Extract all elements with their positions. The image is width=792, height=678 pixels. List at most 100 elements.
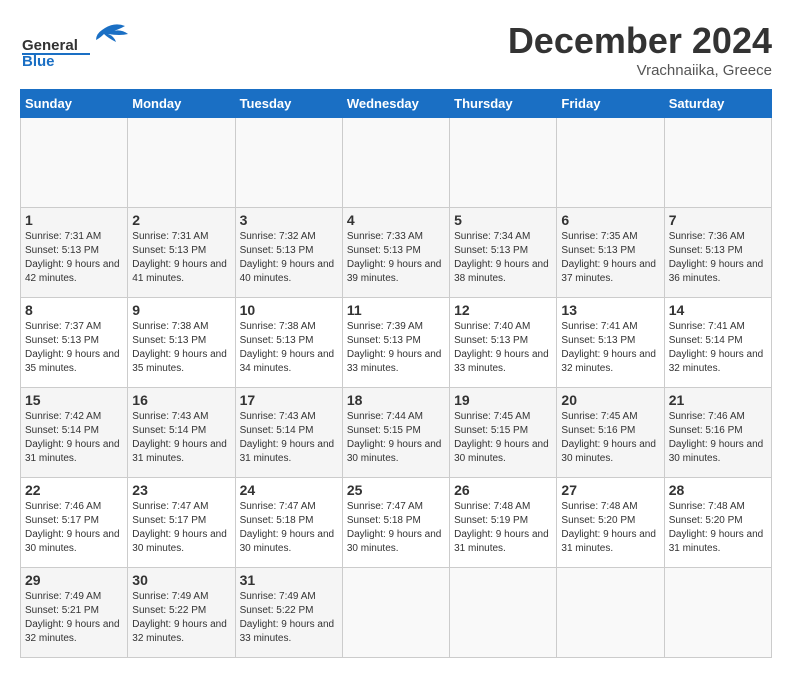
day-number: 18 [347,392,445,408]
calendar-cell: 25 Sunrise: 7:47 AM Sunset: 5:18 PM Dayl… [342,478,449,568]
calendar-cell: 10 Sunrise: 7:38 AM Sunset: 5:13 PM Dayl… [235,298,342,388]
week-row-1: 1 Sunrise: 7:31 AM Sunset: 5:13 PM Dayli… [21,208,772,298]
day-info: Sunrise: 7:49 AM Sunset: 5:22 PM Dayligh… [240,590,338,646]
calendar-cell: 28 Sunrise: 7:48 AM Sunset: 5:20 PM Dayl… [664,478,771,568]
calendar-cell: 18 Sunrise: 7:44 AM Sunset: 5:15 PM Dayl… [342,388,449,478]
day-info: Sunrise: 7:35 AM Sunset: 5:13 PM Dayligh… [561,230,659,286]
day-number: 8 [25,302,123,318]
logo-svg: General Blue [20,20,130,70]
day-number: 7 [669,212,767,228]
day-number: 12 [454,302,552,318]
week-row-3: 15 Sunrise: 7:42 AM Sunset: 5:14 PM Dayl… [21,388,772,478]
page-header: General Blue December 2024 Vrachnaiika, … [20,20,772,79]
day-number: 13 [561,302,659,318]
day-number: 20 [561,392,659,408]
day-info: Sunrise: 7:42 AM Sunset: 5:14 PM Dayligh… [25,410,123,466]
day-info: Sunrise: 7:47 AM Sunset: 5:18 PM Dayligh… [240,500,338,556]
day-number: 23 [132,482,230,498]
day-number: 2 [132,212,230,228]
calendar-cell: 31 Sunrise: 7:49 AM Sunset: 5:22 PM Dayl… [235,568,342,658]
calendar-cell: 11 Sunrise: 7:39 AM Sunset: 5:13 PM Dayl… [342,298,449,388]
day-info: Sunrise: 7:33 AM Sunset: 5:13 PM Dayligh… [347,230,445,286]
logo: General Blue [20,20,130,70]
svg-text:Blue: Blue [22,53,55,70]
day-number: 28 [669,482,767,498]
day-info: Sunrise: 7:43 AM Sunset: 5:14 PM Dayligh… [132,410,230,466]
calendar-cell [450,118,557,208]
day-info: Sunrise: 7:45 AM Sunset: 5:16 PM Dayligh… [561,410,659,466]
calendar-cell [664,568,771,658]
calendar-cell: 5 Sunrise: 7:34 AM Sunset: 5:13 PM Dayli… [450,208,557,298]
day-info: Sunrise: 7:41 AM Sunset: 5:13 PM Dayligh… [561,320,659,376]
calendar-table: SundayMondayTuesdayWednesdayThursdayFrid… [20,89,772,658]
day-number: 27 [561,482,659,498]
calendar-cell: 7 Sunrise: 7:36 AM Sunset: 5:13 PM Dayli… [664,208,771,298]
calendar-cell [342,118,449,208]
day-info: Sunrise: 7:48 AM Sunset: 5:19 PM Dayligh… [454,500,552,556]
day-header-saturday: Saturday [664,90,771,118]
day-number: 14 [669,302,767,318]
calendar-cell: 27 Sunrise: 7:48 AM Sunset: 5:20 PM Dayl… [557,478,664,568]
day-header-wednesday: Wednesday [342,90,449,118]
calendar-cell [342,568,449,658]
day-number: 24 [240,482,338,498]
day-info: Sunrise: 7:34 AM Sunset: 5:13 PM Dayligh… [454,230,552,286]
day-header-sunday: Sunday [21,90,128,118]
calendar-cell [128,118,235,208]
day-header-friday: Friday [557,90,664,118]
day-number: 6 [561,212,659,228]
calendar-cell: 16 Sunrise: 7:43 AM Sunset: 5:14 PM Dayl… [128,388,235,478]
day-info: Sunrise: 7:37 AM Sunset: 5:13 PM Dayligh… [25,320,123,376]
day-number: 21 [669,392,767,408]
day-info: Sunrise: 7:47 AM Sunset: 5:18 PM Dayligh… [347,500,445,556]
day-info: Sunrise: 7:31 AM Sunset: 5:13 PM Dayligh… [132,230,230,286]
calendar-cell [557,118,664,208]
day-number: 17 [240,392,338,408]
calendar-cell: 13 Sunrise: 7:41 AM Sunset: 5:13 PM Dayl… [557,298,664,388]
day-number: 3 [240,212,338,228]
day-number: 5 [454,212,552,228]
day-info: Sunrise: 7:43 AM Sunset: 5:14 PM Dayligh… [240,410,338,466]
day-info: Sunrise: 7:49 AM Sunset: 5:22 PM Dayligh… [132,590,230,646]
calendar-cell: 4 Sunrise: 7:33 AM Sunset: 5:13 PM Dayli… [342,208,449,298]
calendar-cell: 3 Sunrise: 7:32 AM Sunset: 5:13 PM Dayli… [235,208,342,298]
day-info: Sunrise: 7:45 AM Sunset: 5:15 PM Dayligh… [454,410,552,466]
calendar-cell: 29 Sunrise: 7:49 AM Sunset: 5:21 PM Dayl… [21,568,128,658]
month-title: December 2024 [508,20,772,62]
day-info: Sunrise: 7:49 AM Sunset: 5:21 PM Dayligh… [25,590,123,646]
calendar-cell [557,568,664,658]
days-header-row: SundayMondayTuesdayWednesdayThursdayFrid… [21,90,772,118]
calendar-cell: 1 Sunrise: 7:31 AM Sunset: 5:13 PM Dayli… [21,208,128,298]
location: Vrachnaiika, Greece [508,62,772,79]
day-header-tuesday: Tuesday [235,90,342,118]
calendar-cell [21,118,128,208]
calendar-cell: 22 Sunrise: 7:46 AM Sunset: 5:17 PM Dayl… [21,478,128,568]
day-number: 29 [25,572,123,588]
calendar-cell: 19 Sunrise: 7:45 AM Sunset: 5:15 PM Dayl… [450,388,557,478]
calendar-cell [235,118,342,208]
day-header-monday: Monday [128,90,235,118]
svg-text:General: General [22,37,78,54]
day-number: 22 [25,482,123,498]
day-header-thursday: Thursday [450,90,557,118]
calendar-cell: 17 Sunrise: 7:43 AM Sunset: 5:14 PM Dayl… [235,388,342,478]
title-section: December 2024 Vrachnaiika, Greece [508,20,772,79]
calendar-cell [664,118,771,208]
calendar-cell: 14 Sunrise: 7:41 AM Sunset: 5:14 PM Dayl… [664,298,771,388]
day-number: 30 [132,572,230,588]
calendar-cell: 2 Sunrise: 7:31 AM Sunset: 5:13 PM Dayli… [128,208,235,298]
calendar-cell: 9 Sunrise: 7:38 AM Sunset: 5:13 PM Dayli… [128,298,235,388]
day-info: Sunrise: 7:44 AM Sunset: 5:15 PM Dayligh… [347,410,445,466]
day-info: Sunrise: 7:31 AM Sunset: 5:13 PM Dayligh… [25,230,123,286]
day-number: 1 [25,212,123,228]
day-info: Sunrise: 7:48 AM Sunset: 5:20 PM Dayligh… [669,500,767,556]
day-number: 15 [25,392,123,408]
calendar-cell: 6 Sunrise: 7:35 AM Sunset: 5:13 PM Dayli… [557,208,664,298]
day-info: Sunrise: 7:36 AM Sunset: 5:13 PM Dayligh… [669,230,767,286]
day-number: 31 [240,572,338,588]
day-info: Sunrise: 7:47 AM Sunset: 5:17 PM Dayligh… [132,500,230,556]
calendar-cell: 12 Sunrise: 7:40 AM Sunset: 5:13 PM Dayl… [450,298,557,388]
week-row-0 [21,118,772,208]
calendar-cell: 15 Sunrise: 7:42 AM Sunset: 5:14 PM Dayl… [21,388,128,478]
day-number: 4 [347,212,445,228]
